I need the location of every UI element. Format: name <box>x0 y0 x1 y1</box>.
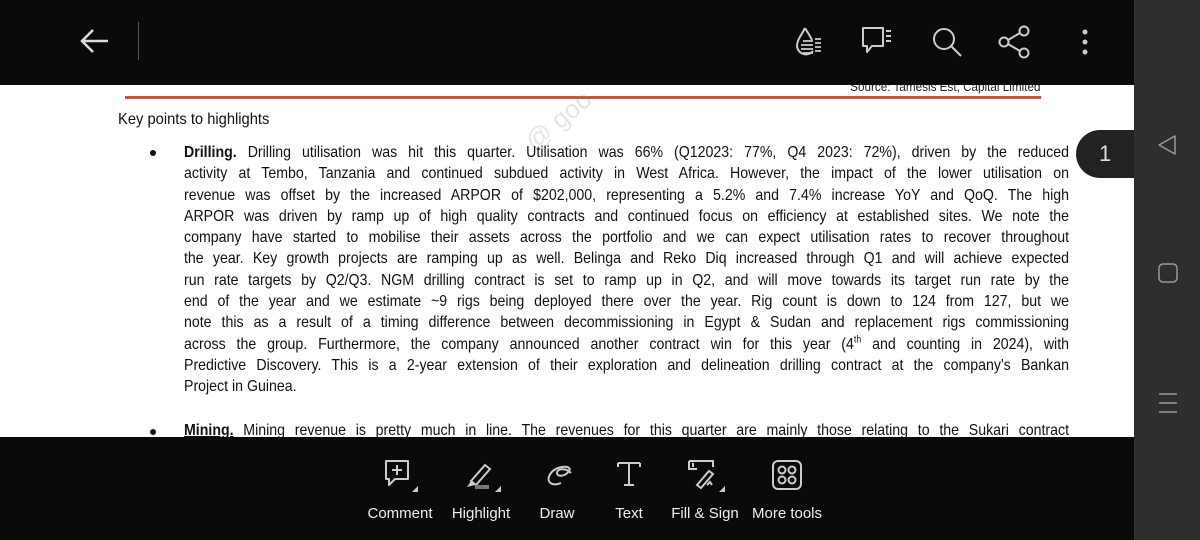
comment-label: Comment <box>367 505 433 522</box>
comments-list-icon[interactable] <box>860 25 894 59</box>
comment-icon <box>385 460 418 492</box>
drilling-title: Drilling. <box>184 144 237 161</box>
text: across the group. Furthermore, the compa… <box>184 335 854 353</box>
more-tools-tool[interactable]: More tools <box>742 455 832 522</box>
fill-sign-tool[interactable]: Fill & Sign <box>660 455 750 522</box>
bullet-icon <box>150 150 156 156</box>
mining-title: Mining. <box>184 421 234 437</box>
fill-sign-icon <box>688 460 725 492</box>
text-line: run rate targets by Q2/Q3. NGM drilling … <box>184 271 1069 289</box>
more-tools-label: More tools <box>751 505 823 522</box>
document-page[interactable]: Source: Tamesis Est, Capital Limited @ g… <box>0 85 1134 437</box>
top-bar <box>0 0 1134 85</box>
more-vertical-icon[interactable] <box>1080 28 1090 58</box>
bullet-icon <box>150 429 156 435</box>
back-arrow-icon[interactable] <box>80 28 110 54</box>
comment-tool[interactable]: Comment <box>355 455 445 522</box>
section-heading: Key points to highlights <box>118 111 270 128</box>
source-caption: Source: Tamesis Est, Capital Limited <box>849 85 1040 94</box>
more-tools-icon <box>772 460 802 490</box>
text-line: Project in Guinea. <box>184 378 297 396</box>
text-line: Predictive Discovery. This is a 2-year e… <box>184 356 1069 374</box>
draw-icon <box>547 465 572 486</box>
text-line: revenue was offset by the increased ARPO… <box>184 186 1069 204</box>
text-line: note this as a result of a timing differ… <box>184 314 1069 332</box>
text: Drilling utilisation was hit this quarte… <box>247 144 1069 161</box>
mining-line: Mining. Mining revenue is pretty much in… <box>184 420 1069 437</box>
text: Mining revenue is pretty much in line. T… <box>243 421 1070 437</box>
divider <box>138 22 139 60</box>
liquid-mode-icon[interactable] <box>793 25 827 59</box>
drilling-paragraph: Drilling. Drilling utilisation was hit t… <box>184 142 1069 437</box>
fill-sign-label: Fill & Sign <box>671 505 739 522</box>
nav-back-icon[interactable] <box>1156 134 1178 156</box>
text-line: Drilling. Drilling utilisation was hit t… <box>184 142 1069 163</box>
text-line: activity at Tembo, Tanzania and continue… <box>184 165 1069 183</box>
nav-home-icon[interactable] <box>1158 263 1178 283</box>
highlight-icon <box>467 463 501 492</box>
system-nav-bar <box>1134 0 1200 540</box>
text-line: across the group. Furthermore, the compa… <box>184 334 1069 355</box>
text-line: the year. Key growth projects are rampin… <box>184 250 1069 268</box>
text-line: end of the year and we estimate ~9 rigs … <box>184 293 1069 311</box>
search-icon[interactable] <box>930 25 964 59</box>
text-line: ARPOR was driven by ramp up of high qual… <box>184 207 1069 225</box>
text-line: company have started to mobilise their a… <box>184 229 1069 247</box>
text-icon <box>617 462 641 486</box>
text: and counting in 2024), with <box>861 335 1070 353</box>
share-icon[interactable] <box>998 25 1032 59</box>
nav-recents-icon[interactable] <box>1158 392 1178 414</box>
